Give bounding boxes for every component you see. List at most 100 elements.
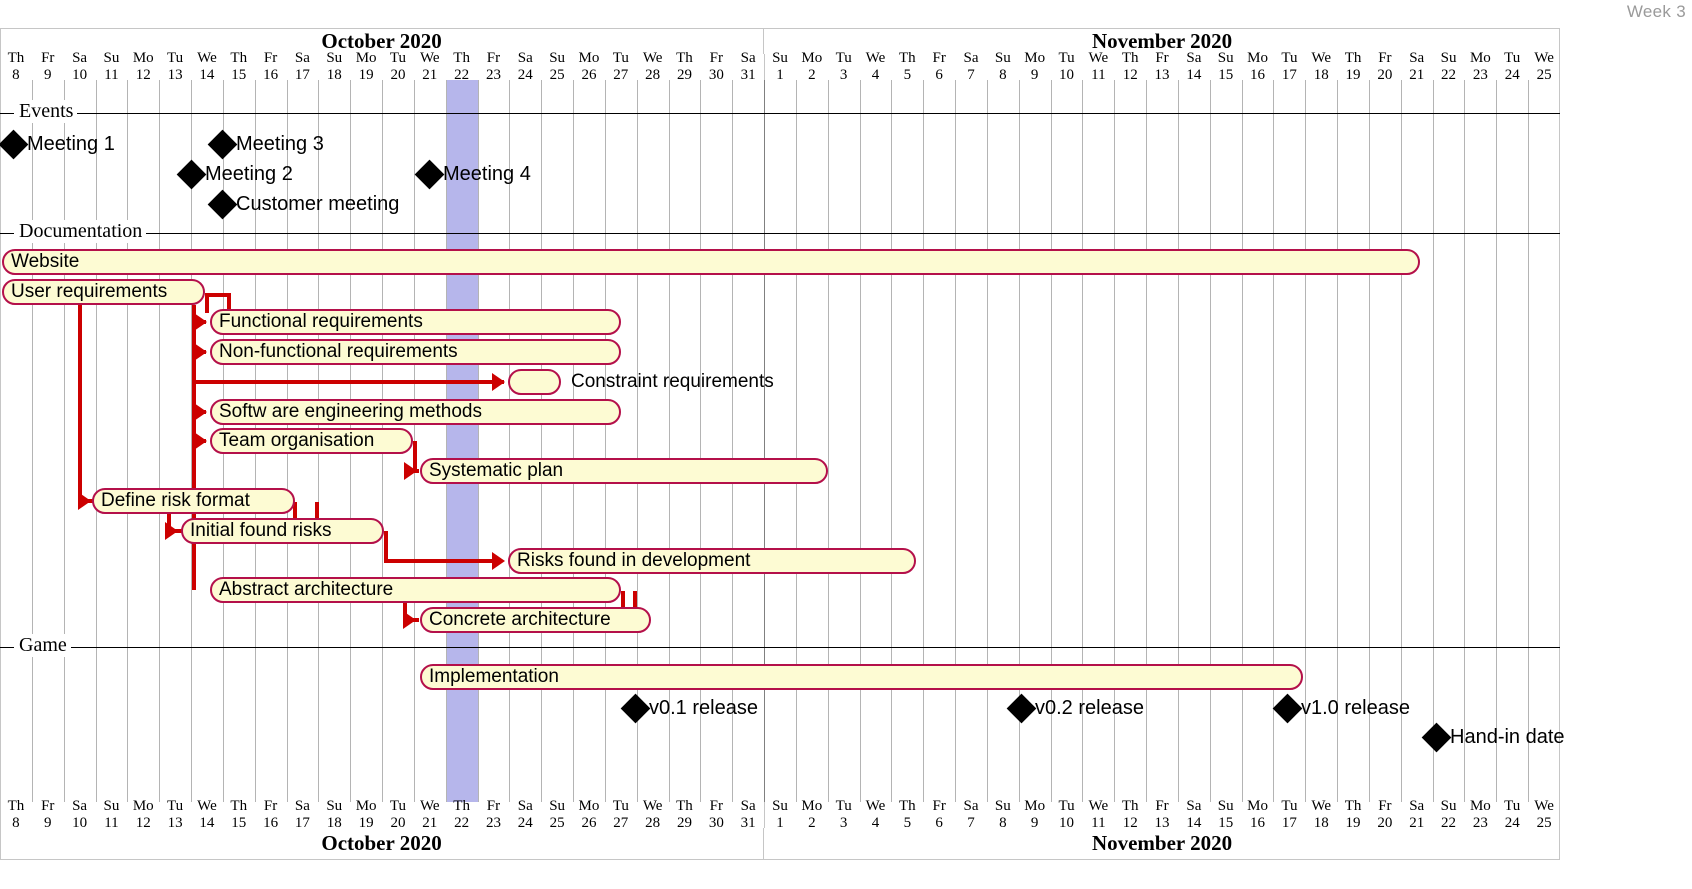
milestone[interactable]: v1.0 release bbox=[1272, 693, 1410, 724]
day-of-week: Tu bbox=[835, 50, 852, 66]
day-of-week: Tu bbox=[612, 798, 629, 814]
week-label: Week 3 bbox=[1626, 2, 1686, 21]
day-of-week: Su bbox=[1440, 798, 1457, 814]
day-of-week: Su bbox=[994, 798, 1011, 814]
gantt-chart: Week 3 October 2020 November 2020 Th 8 Fr 9 S… bbox=[0, 0, 1692, 889]
task-bar[interactable]: Systematic plan bbox=[420, 458, 828, 484]
dependency-line bbox=[403, 600, 407, 622]
day-of-week: Tu bbox=[1058, 798, 1075, 814]
day-column-18: We 18 bbox=[1305, 50, 1337, 83]
day-of-week: We bbox=[1311, 50, 1332, 66]
task-bar[interactable]: Team organisation bbox=[210, 428, 413, 454]
gridline bbox=[827, 80, 829, 802]
day-column-13: Fr 13 bbox=[1146, 799, 1178, 831]
day-of-week: Mo bbox=[801, 798, 823, 814]
day-of-week: Su bbox=[103, 798, 120, 814]
task-bar[interactable]: Concrete architecture bbox=[420, 607, 651, 633]
day-of-week: We bbox=[1088, 50, 1109, 66]
day-of-week: Mo bbox=[801, 50, 823, 66]
day-column-3: Tu 3 bbox=[828, 799, 860, 831]
day-column-9: Fr 9 bbox=[32, 51, 64, 83]
gridline bbox=[1432, 80, 1434, 802]
day-of-week: Tu bbox=[1504, 50, 1521, 66]
day-of-week: Tu bbox=[389, 798, 407, 814]
day-of-week: Mo bbox=[578, 798, 600, 814]
day-of-week: We bbox=[1534, 798, 1554, 814]
day-of-week: Th bbox=[1121, 50, 1139, 66]
dependency-arrowhead bbox=[404, 462, 417, 480]
day-column-24: Sa 24 bbox=[509, 799, 541, 831]
day-column-25: Su 25 bbox=[541, 799, 573, 831]
diamond-icon bbox=[207, 129, 238, 160]
day-column-30: Fr 30 bbox=[700, 799, 732, 831]
day-of-week: Th bbox=[453, 50, 470, 66]
day-of-week: Th bbox=[676, 798, 693, 814]
milestone[interactable]: Meeting 1 bbox=[0, 129, 115, 160]
group-line bbox=[0, 647, 1560, 648]
dependency-arrowhead bbox=[194, 343, 207, 361]
day-column-10: Sa 10 bbox=[64, 799, 96, 831]
day-of-week: Sa bbox=[294, 798, 310, 814]
day-of-week: Su bbox=[1217, 50, 1234, 66]
month-label-1: October 2020 bbox=[0, 828, 765, 859]
day-of-week: Su bbox=[1217, 798, 1234, 814]
day-of-week: Tu bbox=[167, 50, 184, 66]
task-bar[interactable]: Abstract architecture bbox=[210, 577, 621, 603]
day-column-15: Su 15 bbox=[1210, 798, 1242, 831]
day-of-week: Fr bbox=[1155, 50, 1169, 66]
day-of-week: Su bbox=[103, 50, 120, 66]
day-of-week: Tu bbox=[612, 50, 629, 66]
day-column-16: Mo 16 bbox=[1242, 799, 1274, 831]
gridline bbox=[1305, 80, 1307, 802]
task-bar[interactable]: User requirements bbox=[2, 279, 205, 305]
day-column-23: Mo 23 bbox=[1464, 50, 1496, 83]
day-of-week: Tu bbox=[1281, 798, 1298, 814]
day-column-9: Mo 9 bbox=[1019, 799, 1051, 831]
day-column-7: Sa 7 bbox=[955, 799, 987, 831]
task-bar[interactable]: Implementation bbox=[420, 664, 1303, 690]
day-column-21: We 21 bbox=[414, 51, 446, 83]
task-bar[interactable] bbox=[508, 369, 561, 395]
milestone-label: Meeting 2 bbox=[205, 163, 293, 185]
day-column-23: Fr 23 bbox=[478, 51, 510, 83]
day-of-week: We bbox=[865, 798, 886, 814]
milestone[interactable]: Meeting 3 bbox=[207, 129, 324, 160]
milestone[interactable]: v0.2 release bbox=[1006, 693, 1144, 724]
gridline bbox=[1400, 80, 1402, 802]
day-column-15: Th 15 bbox=[223, 51, 255, 83]
day-of-week: Th bbox=[676, 50, 693, 66]
day-of-week: Fr bbox=[486, 798, 501, 814]
day-column-16: Fr 16 bbox=[255, 799, 287, 831]
day-of-week: Th bbox=[453, 798, 470, 814]
milestone[interactable]: Hand-in date bbox=[1421, 722, 1565, 753]
gridline bbox=[1273, 80, 1275, 802]
day-column-21: We 21 bbox=[414, 799, 446, 831]
day-of-week: Fr bbox=[709, 50, 723, 66]
day-column-26: Mo 26 bbox=[573, 51, 605, 83]
milestone[interactable]: Meeting 2 bbox=[176, 159, 293, 190]
task-bar[interactable]: Risks found in development bbox=[508, 548, 916, 574]
gridline bbox=[764, 80, 766, 802]
day-column-17: Tu 17 bbox=[1273, 798, 1305, 831]
footer-months: October 2020 November 2020 bbox=[0, 828, 1560, 859]
day-column-19: Th 19 bbox=[1337, 799, 1369, 831]
diamond-icon bbox=[620, 693, 651, 724]
task-bar[interactable]: Non-functional requirements bbox=[210, 339, 621, 365]
day-column-21: Sa 21 bbox=[1401, 799, 1433, 831]
milestone[interactable]: Meeting 4 bbox=[414, 159, 531, 190]
day-of-week: Sa bbox=[1186, 50, 1202, 66]
day-column-25: Su 25 bbox=[541, 51, 573, 83]
task-bar[interactable]: Functional requirements bbox=[210, 309, 621, 335]
milestone[interactable]: v0.1 release bbox=[620, 693, 758, 724]
milestone[interactable]: Customer meeting bbox=[207, 189, 399, 220]
task-bar[interactable]: Softw are engineering methods bbox=[210, 399, 621, 425]
task-bar[interactable]: Define risk format bbox=[92, 488, 295, 514]
day-column-19: Mo 19 bbox=[350, 51, 382, 83]
day-of-week: Mo bbox=[1469, 50, 1491, 66]
dependency-arrowhead bbox=[492, 552, 505, 570]
month-label-2: November 2020 bbox=[1091, 831, 1233, 855]
task-bar[interactable]: Initial found risks bbox=[181, 518, 384, 544]
gridline bbox=[159, 80, 161, 802]
task-bar[interactable]: Website bbox=[2, 249, 1420, 275]
gridline bbox=[1464, 80, 1466, 802]
